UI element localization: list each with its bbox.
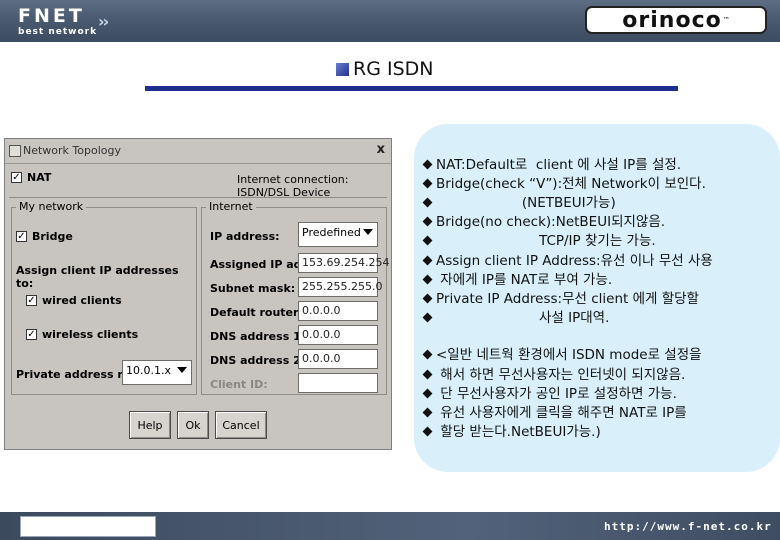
diamond-bullet-icon	[422, 312, 433, 322]
info-line: Bridge(no check):NetBEUI되지않음.	[422, 214, 665, 231]
nat-checkbox-row[interactable]: ✓ NAT	[11, 171, 51, 184]
bridge-label: Bridge	[32, 230, 73, 243]
wireless-clients-label: wireless clients	[42, 328, 139, 341]
diamond-bullet-icon	[422, 197, 433, 207]
diamond-bullet-icon	[422, 388, 433, 398]
info-line: 자에게 IP를 NAT로 부여 가능.	[422, 272, 612, 289]
window-icon	[9, 145, 21, 157]
fnet-logo-arrows: ››	[98, 12, 109, 31]
wired-clients-label: wired clients	[42, 294, 122, 307]
assign-client-label: Assign client IP addresses to:	[16, 264, 179, 290]
info-line: 사설 IP대역.	[422, 310, 609, 327]
diamond-bullet-icon	[422, 369, 433, 379]
header-banner: FNET ›› best network orinoco ™	[0, 0, 780, 42]
cancel-button[interactable]: Cancel	[215, 411, 267, 439]
client-id-input[interactable]	[298, 373, 378, 393]
diamond-bullet-icon	[422, 426, 433, 436]
network-topology-dialog: Network Topology x ✓ NAT Internet connec…	[4, 138, 392, 450]
dialog-titlebar: Network Topology x	[5, 139, 391, 164]
diamond-bullet-icon	[422, 255, 433, 265]
close-icon[interactable]: x	[377, 142, 385, 157]
dialog-separator	[9, 197, 387, 198]
private-range-select[interactable]: 10.0.1.x	[122, 360, 192, 385]
internet-group-label: Internet	[206, 200, 256, 213]
chevron-down-icon	[363, 229, 373, 235]
orinoco-logo: orinoco ™	[585, 6, 767, 34]
ip-address-select[interactable]: Predefined	[298, 222, 378, 247]
dns1-label: DNS address 1:	[210, 330, 306, 343]
diamond-bullet-icon	[422, 159, 433, 169]
chevron-down-icon	[177, 367, 187, 373]
wired-clients-row[interactable]: ✓ wired clients	[26, 294, 122, 307]
private-range-value: 10.0.1.x	[126, 364, 171, 377]
wired-clients-checkbox[interactable]: ✓	[26, 295, 37, 306]
info-line: (NETBEUI가능)	[422, 195, 616, 212]
diamond-bullet-icon	[422, 178, 433, 188]
info-line: Bridge(check “V”):전체 Network이 보인다.	[422, 176, 706, 193]
dns2-input[interactable]: 0.0.0.0	[298, 349, 378, 369]
title-bullet-icon	[336, 62, 349, 76]
fnet-logo: FNET	[18, 5, 85, 27]
info-line: Assign client IP Address:유선 이나 무선 사용	[422, 253, 713, 270]
diamond-bullet-icon	[422, 293, 433, 303]
info-line: 해서 하면 무선사용자는 인터넷이 되지않음.	[422, 367, 685, 384]
diamond-bullet-icon	[422, 274, 433, 284]
slide-title-text: RG ISDN	[353, 58, 434, 80]
nat-label: NAT	[27, 171, 52, 184]
diamond-bullet-icon	[422, 235, 433, 245]
info-line: TCP/IP 찾기는 가능.	[422, 233, 656, 250]
my-network-group-label: My network	[16, 200, 87, 213]
diamond-bullet-icon	[422, 349, 433, 359]
wireless-clients-row[interactable]: ✓ wireless clients	[26, 328, 138, 341]
dialog-title: Network Topology	[23, 144, 121, 157]
ok-button[interactable]: Ok	[177, 411, 209, 439]
ip-address-value: Predefined	[302, 226, 361, 239]
info-line: 단 무선사용자가 공인 IP로 설정하면 가능.	[422, 386, 677, 403]
ip-address-label: IP address:	[210, 230, 280, 243]
orinoco-trademark: ™	[722, 16, 730, 24]
diamond-bullet-icon	[422, 216, 433, 226]
diamond-bullet-icon	[422, 407, 433, 417]
footer-blank-box	[20, 516, 156, 537]
info-line: Private IP Address:무선 client 에게 할당할	[422, 291, 699, 308]
info-line: <일반 네트웍 환경에서 ISDN mode로 설정을	[422, 347, 702, 364]
default-router-label: Default router:	[210, 306, 303, 319]
info-line: NAT:Default로 client 에 사설 IP를 설정.	[422, 157, 681, 174]
my-network-group: My network ✓ Bridge Assign client IP add…	[11, 200, 197, 395]
info-panel: NAT:Default로 client 에 사설 IP를 설정. Bridge(…	[414, 124, 780, 472]
dns1-input[interactable]: 0.0.0.0	[298, 325, 378, 345]
slide-title: RG ISDN	[336, 58, 433, 80]
help-button[interactable]: Help	[129, 411, 171, 439]
info-line: 유선 사용자에게 클릭을 해주면 NAT로 IP를	[422, 405, 687, 422]
bridge-checkbox-row[interactable]: ✓ Bridge	[16, 230, 73, 243]
assigned-ip-input[interactable]: 153.69.254.254	[298, 253, 389, 273]
default-router-input[interactable]: 0.0.0.0	[298, 301, 378, 321]
bridge-checkbox[interactable]: ✓	[16, 231, 27, 242]
title-underline	[145, 86, 678, 91]
subnet-mask-input[interactable]: 255.255.255.0	[298, 277, 382, 297]
dns2-label: DNS address 2:	[210, 354, 306, 367]
subnet-mask-label: Subnet mask:	[210, 282, 296, 295]
nat-checkbox[interactable]: ✓	[11, 172, 22, 183]
internet-group: Internet IP address: Predefined Assigned…	[201, 200, 389, 395]
orinoco-logo-text: orinoco	[622, 7, 722, 33]
info-line: 할당 받는다.NetBEUI가능.)	[422, 424, 601, 441]
client-id-label: Client ID:	[210, 378, 268, 391]
wireless-clients-checkbox[interactable]: ✓	[26, 329, 37, 340]
fnet-tagline: best network	[18, 27, 98, 37]
footer-url[interactable]: http://www.f-net.co.kr	[604, 520, 772, 533]
internet-connection-text: Internet connection: ISDN/DSL Device	[237, 173, 349, 199]
